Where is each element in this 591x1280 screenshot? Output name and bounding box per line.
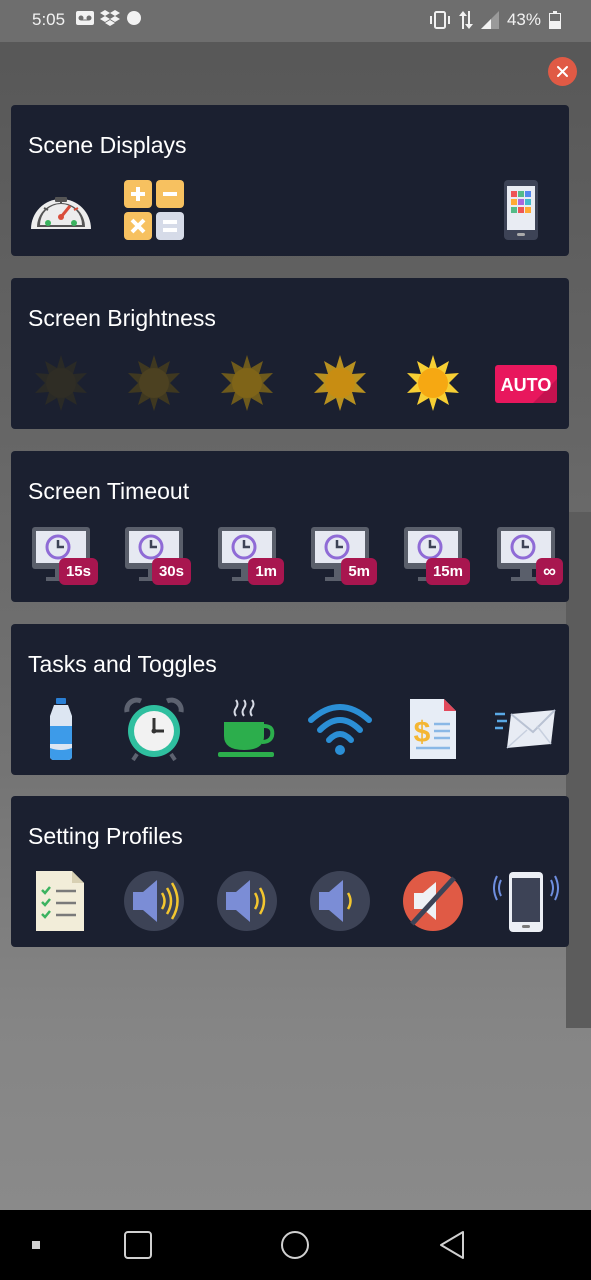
timeout-30s-tile[interactable]: 30s <box>121 523 191 589</box>
mail-send-tile[interactable] <box>493 696 559 762</box>
card-title: Scene Displays <box>28 132 187 158</box>
brightness-1-tile[interactable] <box>28 350 94 416</box>
card-tasks-toggles: Tasks and Toggles $ <box>11 624 569 775</box>
sun-level-3-icon <box>221 355 273 411</box>
dot-icon <box>127 11 141 25</box>
home-button[interactable] <box>275 1228 315 1262</box>
brightness-5-tile[interactable] <box>400 350 466 416</box>
timeout-1m-tile[interactable]: 1m <box>214 523 284 589</box>
coffee-cup-icon <box>218 699 275 757</box>
triangle-back-icon <box>440 1231 464 1259</box>
card-screen-brightness: Screen Brightness AUTO <box>11 278 569 429</box>
timeout-15s-tile[interactable]: 15s <box>28 523 98 589</box>
card-title: Screen Timeout <box>28 478 190 504</box>
recent-apps-dot-button[interactable] <box>28 1228 68 1262</box>
battery-icon <box>549 11 561 29</box>
data-arrows-icon <box>458 11 473 29</box>
card-title: Tasks and Toggles <box>28 651 217 677</box>
sun-level-4-icon <box>314 355 366 411</box>
card-screen-timeout: Screen Timeout 15s 30s 1m 5m 15m ∞ <box>11 451 569 602</box>
volume-high-tile[interactable] <box>121 868 187 934</box>
auto-label: AUTO <box>501 375 552 395</box>
volume-medium-icon <box>217 871 277 931</box>
volume-low-tile[interactable] <box>307 868 373 934</box>
checklist-tile[interactable] <box>28 868 94 934</box>
recents-button[interactable] <box>118 1228 158 1262</box>
speedometer-icon <box>31 197 91 229</box>
volume-high-icon <box>124 871 184 931</box>
scroll-indicator <box>566 512 591 1028</box>
water-bottle-tile[interactable] <box>28 696 94 762</box>
circle-icon <box>281 1231 309 1259</box>
vibrate-icon <box>429 11 450 29</box>
mute-tile[interactable] <box>400 868 466 934</box>
dropbox-icon <box>100 10 120 26</box>
invoice-document-icon: $ <box>410 699 456 759</box>
sun-level-5-icon <box>407 355 459 411</box>
close-button[interactable] <box>548 57 577 86</box>
calculator-tile[interactable] <box>121 177 187 243</box>
sun-level-1-icon <box>35 355 87 411</box>
calculator-icon <box>124 180 184 240</box>
phone-apps-icon <box>504 180 538 240</box>
vibrate-phone-tile[interactable] <box>493 868 559 934</box>
card-scene-displays: Scene Displays <box>11 105 569 256</box>
mute-icon <box>403 871 463 931</box>
invoice-tile[interactable]: $ <box>400 696 466 762</box>
wifi-icon <box>308 704 372 755</box>
water-bottle-icon <box>50 698 72 760</box>
alarm-clock-icon <box>124 697 184 762</box>
back-button[interactable] <box>433 1228 473 1262</box>
card-title: Setting Profiles <box>28 823 183 849</box>
svg-text:$: $ <box>414 716 431 749</box>
timeout-badge: ∞ <box>536 558 563 585</box>
timeout-5m-tile[interactable]: 5m <box>307 523 377 589</box>
brightness-2-tile[interactable] <box>121 350 187 416</box>
wifi-tile[interactable] <box>307 696 373 762</box>
status-time: 5:05 <box>32 10 66 29</box>
auto-brightness-icon: AUTO <box>495 365 557 403</box>
timeout-never-tile[interactable]: ∞ <box>493 523 563 589</box>
square-outline-icon <box>124 1231 152 1259</box>
card-title: Screen Brightness <box>28 305 216 331</box>
navigation-bar <box>0 1210 591 1280</box>
signal-icon <box>480 11 499 29</box>
timeout-badge: 30s <box>151 558 191 585</box>
alarm-clock-tile[interactable] <box>121 696 187 762</box>
speedometer-tile[interactable] <box>28 177 94 243</box>
vibrate-phone-icon <box>493 872 559 932</box>
auto-brightness-tile[interactable]: AUTO <box>493 350 559 416</box>
close-icon <box>557 66 568 77</box>
brightness-4-tile[interactable] <box>307 350 373 416</box>
voicemail-icon <box>76 11 94 25</box>
volume-low-icon <box>310 871 370 931</box>
card-setting-profiles: Setting Profiles <box>11 796 569 947</box>
timeout-badge: 15m <box>425 558 470 585</box>
timeout-15m-tile[interactable]: 15m <box>400 523 470 589</box>
timeout-badge: 15s <box>58 558 98 585</box>
coffee-cup-tile[interactable] <box>214 696 280 762</box>
phone-apps-tile[interactable] <box>488 177 554 243</box>
checklist-icon <box>36 871 84 931</box>
status-bar: 5:05 43% <box>0 0 591 42</box>
brightness-3-tile[interactable] <box>214 350 280 416</box>
timeout-badge: 5m <box>341 558 377 585</box>
square-dot-icon <box>32 1241 40 1249</box>
volume-medium-tile[interactable] <box>214 868 280 934</box>
mail-send-icon <box>495 709 556 749</box>
battery-percent: 43% <box>506 10 541 29</box>
timeout-badge: 1m <box>248 558 284 585</box>
sun-level-2-icon <box>128 355 180 411</box>
